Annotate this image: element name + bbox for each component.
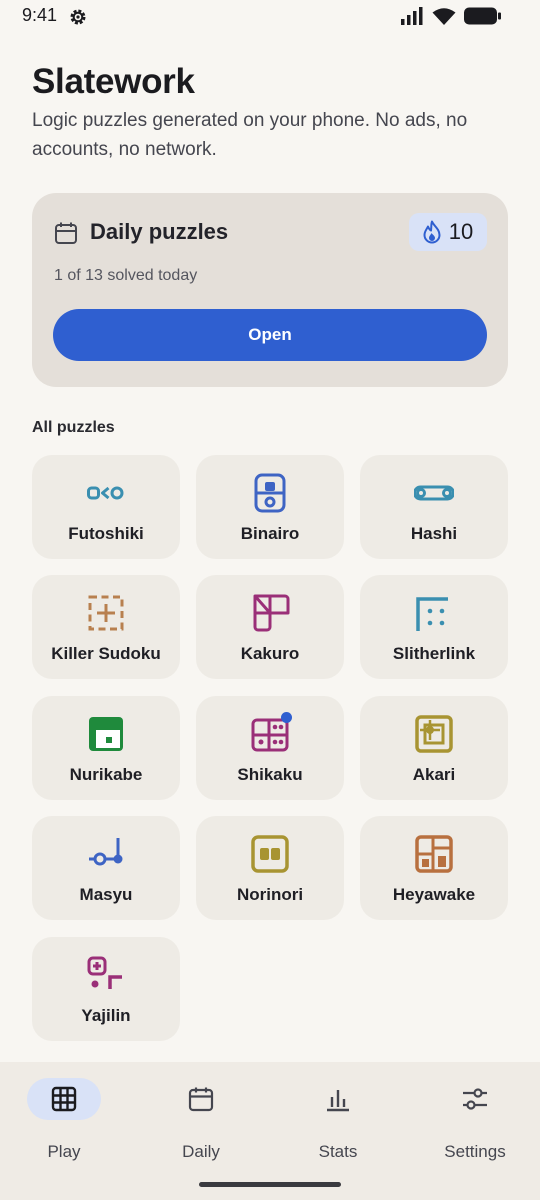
nav-label: Stats xyxy=(318,1142,358,1161)
nav-label: Daily xyxy=(182,1142,220,1161)
puzzle-label: Slitherlink xyxy=(392,644,476,663)
killer-sudoku-icon xyxy=(88,595,124,631)
puzzle-label: Akari xyxy=(412,765,456,784)
puzzle-label: Shikaku xyxy=(237,765,303,784)
bar-chart-icon xyxy=(327,1090,349,1112)
status-bar: 9:41 xyxy=(0,0,540,34)
status-time: 9:41 xyxy=(22,5,58,25)
puzzle-label: Nurikabe xyxy=(69,765,143,784)
puzzle-label: Killer Sudoku xyxy=(51,644,161,663)
binairo-icon xyxy=(254,473,286,513)
masyu-icon xyxy=(89,838,123,866)
daily-progress-text: 1 of 13 solved today xyxy=(54,267,198,284)
signal-icon xyxy=(401,7,423,25)
bottom-navigation: Play Daily Stats Settings xyxy=(0,1062,540,1200)
puzzle-label: Norinori xyxy=(236,885,304,904)
puzzle-label: Futoshiki xyxy=(68,524,144,543)
sliders-icon xyxy=(463,1088,487,1110)
puzzle-label: Hashi xyxy=(410,524,458,543)
battery-icon xyxy=(464,7,501,25)
open-daily-button[interactable]: Open xyxy=(53,309,487,361)
puzzle-label: Binairo xyxy=(240,524,300,543)
nav-play[interactable]: Play xyxy=(18,1078,128,1168)
nav-active-indicator xyxy=(27,1078,101,1120)
puzzle-tile-masyu[interactable]: Masyu xyxy=(32,816,180,920)
puzzle-tile-heyawake[interactable]: Heyawake xyxy=(360,816,508,920)
app-title: Slatework xyxy=(32,62,195,101)
puzzle-tile-kakuro[interactable]: Kakuro xyxy=(196,575,344,679)
nav-icon-wrap xyxy=(438,1078,512,1120)
home-indicator[interactable] xyxy=(199,1182,341,1187)
slitherlink-icon xyxy=(416,597,448,631)
puzzle-tile-killer-sudoku[interactable]: Killer Sudoku xyxy=(32,575,180,679)
puzzle-tile-binairo[interactable]: Binairo xyxy=(196,455,344,559)
streak-badge: 10 xyxy=(409,213,487,251)
puzzle-tile-shikaku[interactable]: Shikaku xyxy=(196,696,344,800)
nav-daily[interactable]: Daily xyxy=(155,1078,265,1168)
all-puzzles-heading: All puzzles xyxy=(32,419,115,436)
calendar-icon xyxy=(188,1087,214,1112)
status-icons xyxy=(400,6,502,26)
nav-settings[interactable]: Settings xyxy=(429,1078,539,1168)
hashi-icon xyxy=(414,485,454,501)
puzzle-label: Yajilin xyxy=(81,1006,131,1025)
nav-icon-wrap xyxy=(164,1078,238,1120)
app-subtitle: Logic puzzles generated on your phone. N… xyxy=(32,110,468,160)
puzzle-label: Heyawake xyxy=(392,885,476,904)
puzzle-tile-hashi[interactable]: Hashi xyxy=(360,455,508,559)
heyawake-icon xyxy=(415,835,453,873)
futoshiki-icon xyxy=(87,486,124,500)
streak-count: 10 xyxy=(448,219,474,244)
yajilin-icon xyxy=(87,956,122,989)
nav-label: Play xyxy=(47,1142,81,1161)
puzzle-tile-akari[interactable]: Akari xyxy=(360,696,508,800)
puzzle-tile-norinori[interactable]: Norinori xyxy=(196,816,344,920)
settings-gear-icon xyxy=(70,9,86,25)
new-indicator-dot xyxy=(281,712,292,723)
wifi-icon xyxy=(432,8,456,25)
calendar-icon xyxy=(55,222,77,244)
flame-icon xyxy=(423,220,441,244)
nav-stats[interactable]: Stats xyxy=(292,1078,402,1168)
norinori-icon xyxy=(251,835,289,873)
nav-icon-wrap xyxy=(301,1078,375,1120)
daily-card-title: Daily puzzles xyxy=(90,219,229,244)
nurikabe-icon xyxy=(89,717,123,751)
puzzle-label: Masyu xyxy=(79,885,133,904)
akari-icon xyxy=(415,715,453,753)
puzzle-tile-slitherlink[interactable]: Slitherlink xyxy=(360,575,508,679)
kakuro-icon xyxy=(253,594,290,632)
puzzle-tile-yajilin[interactable]: Yajilin xyxy=(32,937,180,1041)
puzzle-label: Kakuro xyxy=(240,644,300,663)
puzzle-tile-futoshiki[interactable]: Futoshiki xyxy=(32,455,180,559)
puzzle-tile-nurikabe[interactable]: Nurikabe xyxy=(32,696,180,800)
nav-label: Settings xyxy=(444,1142,506,1161)
grid-icon xyxy=(51,1086,77,1112)
daily-puzzles-card: Daily puzzles 10 1 of 13 solved today Op… xyxy=(32,193,508,387)
